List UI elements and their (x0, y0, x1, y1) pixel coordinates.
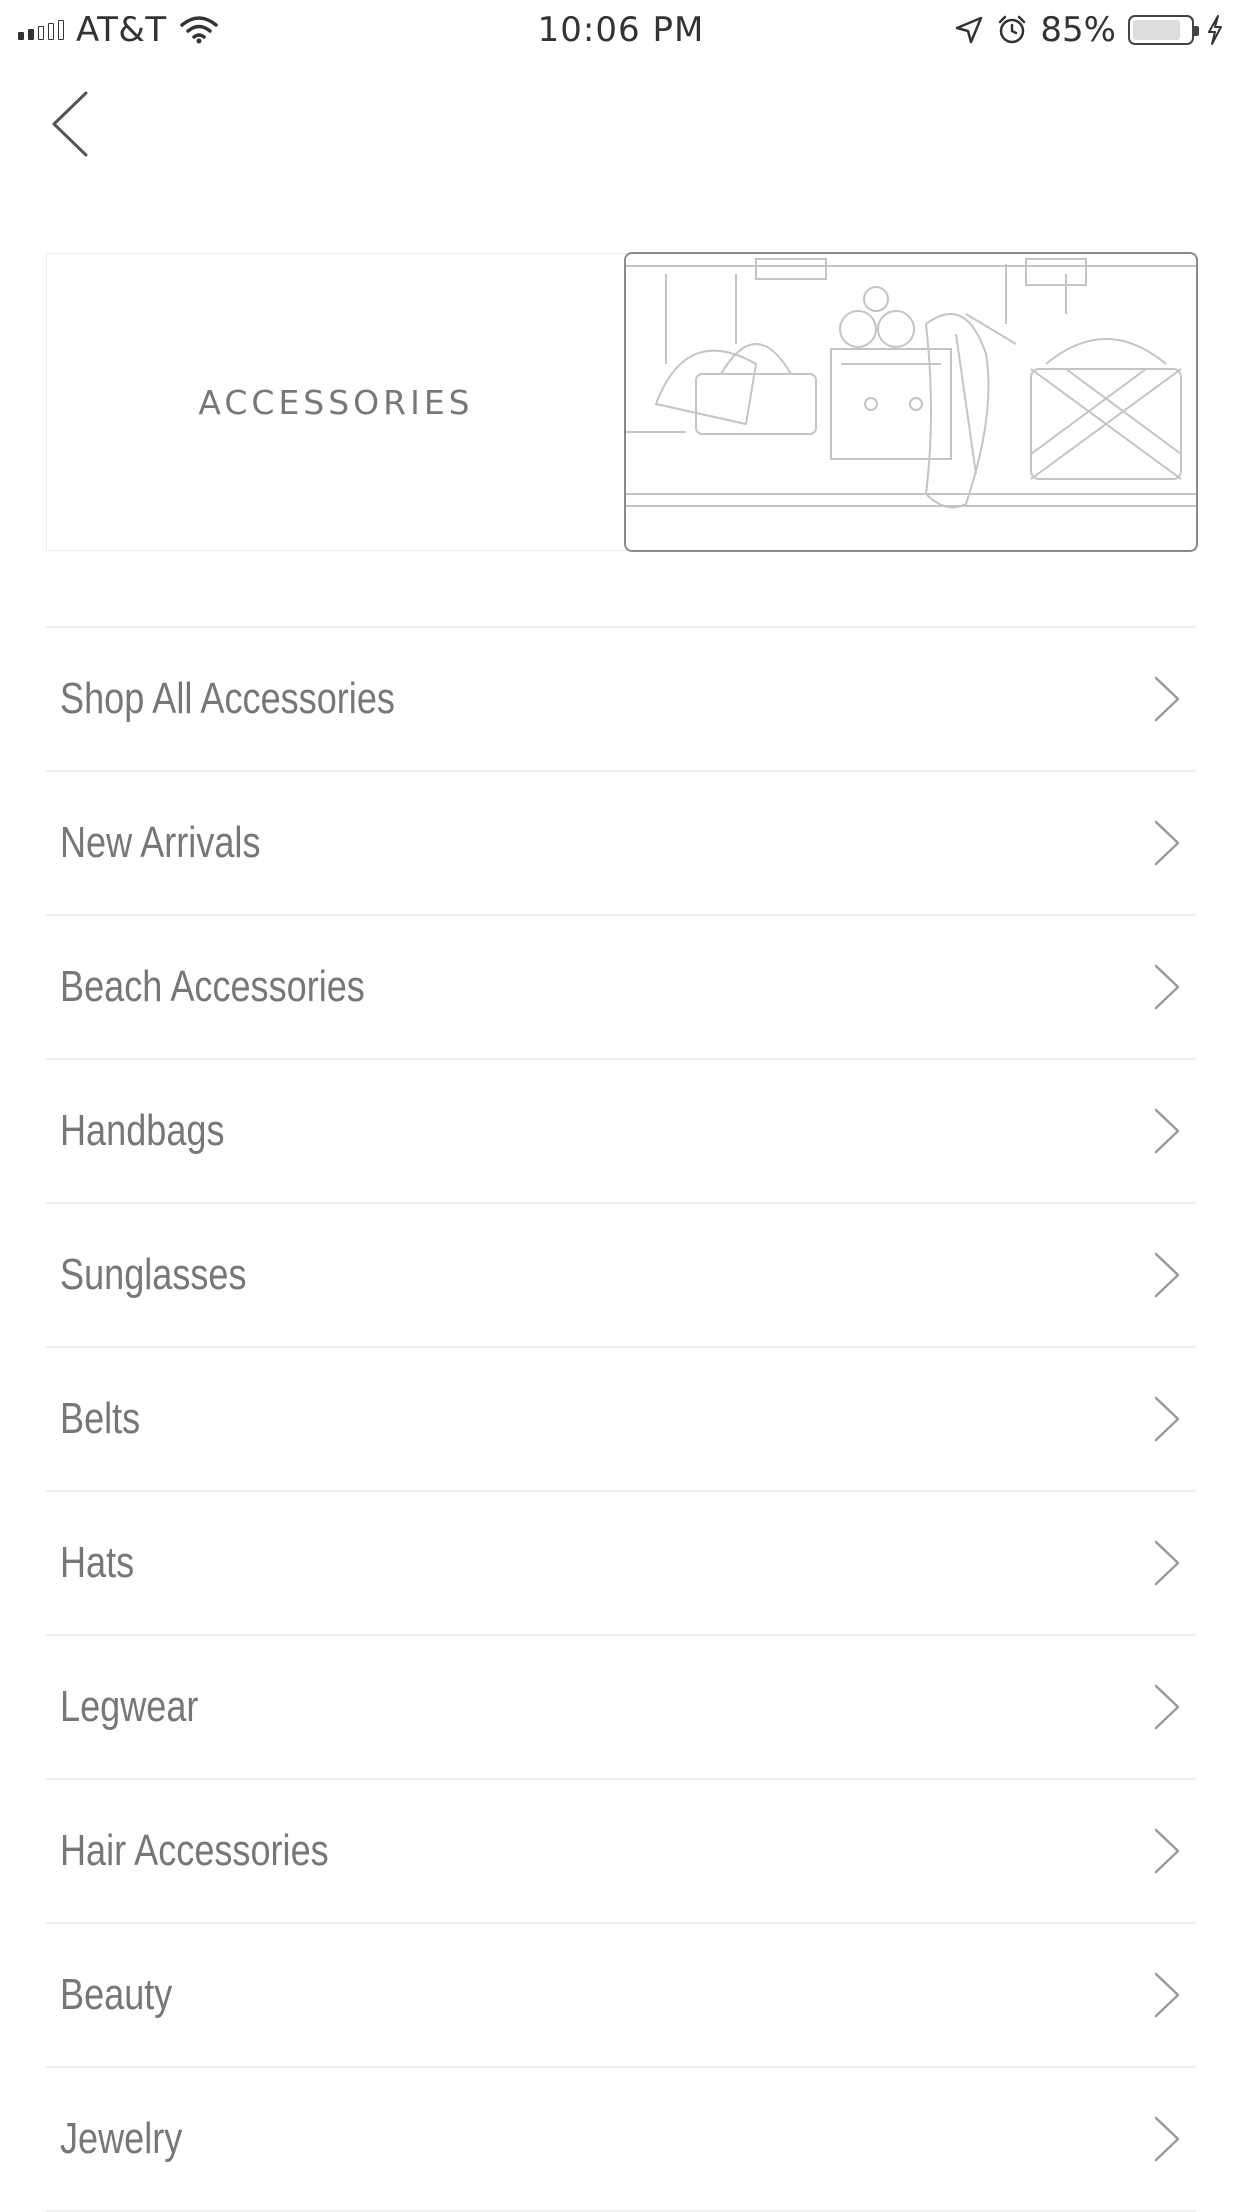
category-label: Sunglasses (60, 1250, 247, 1299)
banner-title-area: ACCESSORIES (47, 254, 625, 550)
location-arrow-icon (954, 15, 984, 45)
battery-level-fill (1133, 20, 1180, 40)
chevron-right-icon (1152, 963, 1182, 1011)
chevron-left-icon (50, 90, 90, 163)
category-row[interactable]: Hats (46, 1492, 1196, 1636)
category-label: Jewelry (60, 2114, 183, 2163)
battery-percent: 85% (1040, 10, 1116, 50)
chevron-right-icon (1152, 2115, 1182, 2163)
banner-image (624, 252, 1198, 552)
chevron-right-icon (1152, 675, 1182, 723)
category-label: Hats (60, 1538, 135, 1587)
charging-bolt-icon (1206, 14, 1224, 46)
alarm-icon (996, 14, 1028, 46)
category-label: Legwear (60, 1682, 199, 1731)
category-label: Hair Accessories (60, 1826, 329, 1875)
category-label: Beauty (60, 1970, 173, 2019)
chevron-right-icon (1152, 1107, 1182, 1155)
category-row[interactable]: Shop All Accessories (46, 628, 1196, 772)
chevron-right-icon (1152, 1395, 1182, 1443)
category-row[interactable]: Legwear (46, 1636, 1196, 1780)
chevron-right-icon (1152, 1251, 1182, 1299)
banner-title: ACCESSORIES (198, 382, 474, 422)
category-row[interactable]: Hair Accessories (46, 1780, 1196, 1924)
category-row[interactable]: Beauty (46, 1924, 1196, 2068)
category-label: Shop All Accessories (60, 674, 395, 723)
accessories-banner[interactable]: ACCESSORIES (46, 252, 1198, 552)
chevron-right-icon (1152, 1683, 1182, 1731)
category-label: Beach Accessories (60, 962, 365, 1011)
category-row[interactable]: Beach Accessories (46, 916, 1196, 1060)
category-row[interactable]: Sunglasses (46, 1204, 1196, 1348)
battery-icon (1128, 15, 1199, 45)
category-row[interactable]: Belts (46, 1348, 1196, 1492)
category-row[interactable]: Handbags (46, 1060, 1196, 1204)
chevron-right-icon (1152, 819, 1182, 867)
category-label: Handbags (60, 1106, 225, 1155)
status-bar-right: 85% (954, 8, 1224, 52)
category-row[interactable]: Jewelry (46, 2068, 1196, 2212)
category-label: Belts (60, 1394, 141, 1443)
chevron-right-icon (1152, 1539, 1182, 1587)
category-row[interactable]: New Arrivals (46, 772, 1196, 916)
back-button[interactable] (50, 86, 114, 166)
status-bar: AT&T 10:06 PM 85% (0, 0, 1242, 62)
chevron-right-icon (1152, 1827, 1182, 1875)
category-label: New Arrivals (60, 818, 261, 867)
chevron-right-icon (1152, 1971, 1182, 2019)
category-list: Shop All Accessories New Arrivals Beach Ac… (46, 626, 1196, 2212)
